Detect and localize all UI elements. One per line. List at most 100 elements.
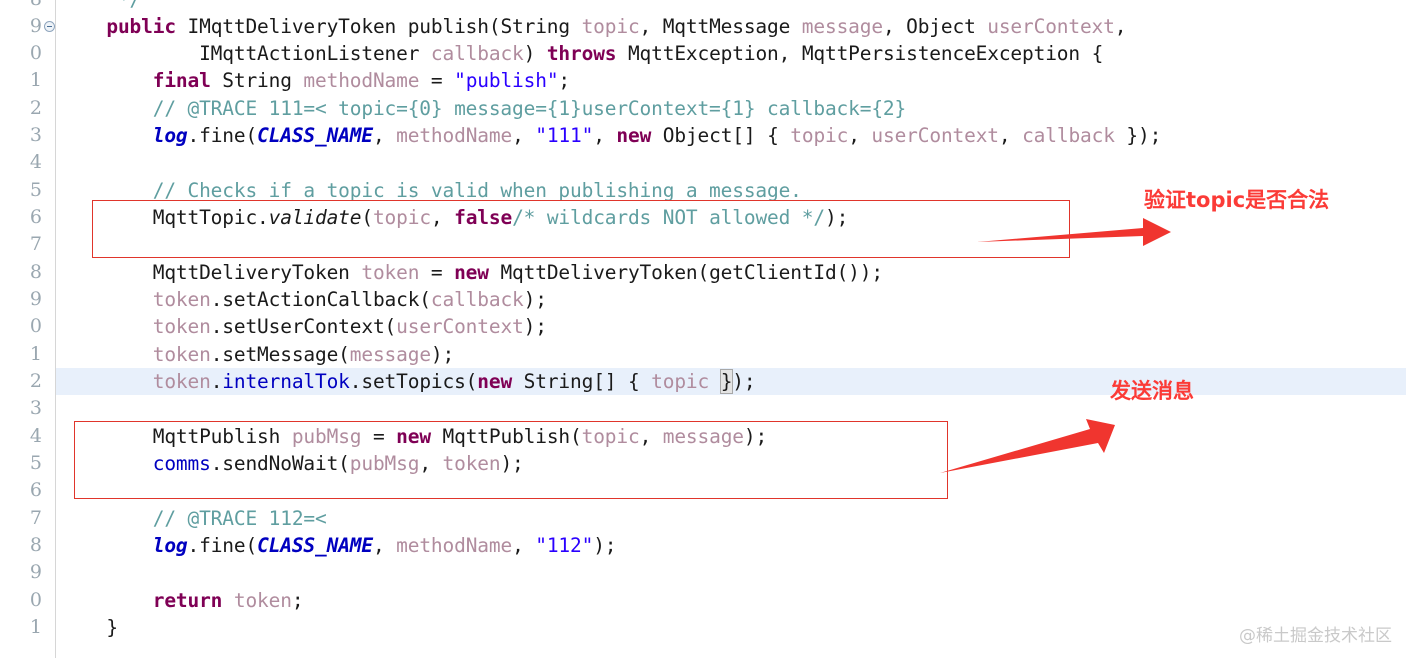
- line-number: 0: [29, 42, 42, 64]
- code-token-keyword: new: [396, 425, 431, 448]
- code-token-punct: );: [743, 425, 768, 448]
- line-number: 4: [29, 425, 42, 447]
- code-token-keyword: final: [152, 69, 211, 92]
- code-line[interactable]: // @TRACE 111=< topic={0} message={1}use…: [55, 95, 1406, 122]
- code-token-type: MqttPublish: [152, 425, 292, 448]
- code-line[interactable]: [55, 231, 1406, 258]
- line-number: 7: [29, 233, 42, 255]
- code-line[interactable]: */: [55, 0, 1406, 13]
- code-line[interactable]: comms.sendNoWait(pubMsg, token);: [55, 450, 1406, 477]
- code-token-method: .setUserContext(: [210, 315, 397, 338]
- code-line[interactable]: log.fine(CLASS_NAME, methodName, "111", …: [55, 122, 1406, 149]
- code-line[interactable]: token.setUserContext(userContext);: [55, 313, 1406, 340]
- code-token-punct: ,: [372, 124, 397, 147]
- code-token-punct: , Object: [882, 15, 988, 38]
- code-token-method: .fine(: [187, 124, 258, 147]
- line-number: 9: [29, 288, 42, 310]
- code-line[interactable]: MqttPublish pubMsg = new MqttPublish(top…: [55, 423, 1406, 450]
- code-line[interactable]: }: [55, 614, 1406, 641]
- code-token-punct: =: [419, 69, 455, 92]
- code-token-punct: , MqttMessage: [639, 15, 802, 38]
- code-token-param: topic: [581, 425, 640, 448]
- code-line[interactable]: IMqttActionListener callback) throws Mqt…: [55, 40, 1406, 67]
- code-token-static-field: CLASS_NAME: [257, 124, 373, 147]
- code-line[interactable]: // @TRACE 112=<: [55, 505, 1406, 532]
- code-token-punct: =: [361, 425, 397, 448]
- code-line[interactable]: [55, 395, 1406, 422]
- line-number: 9: [29, 15, 42, 37]
- code-token-punct: ,: [848, 124, 872, 147]
- code-token-local: token: [152, 315, 211, 338]
- code-token-field: internalTok: [222, 370, 350, 393]
- code-token-string: "111": [535, 124, 594, 147]
- code-token-local: token: [152, 343, 211, 366]
- code-token-local: pubMsg: [291, 425, 362, 448]
- line-number: 0: [29, 589, 42, 611]
- code-token-type: IMqttActionListener: [199, 42, 431, 65]
- code-token-field: comms: [152, 452, 211, 475]
- line-number: 8: [0, 0, 42, 13]
- code-token-param: topic: [581, 15, 640, 38]
- line-number-gutter[interactable]: 8 9 0 1 2 3 4 5 6 7 8 9 0 1 2 3 4 5 6 7 …: [0, 0, 56, 658]
- code-token-punct: );: [825, 206, 849, 229]
- code-token-keyword: new: [477, 370, 513, 393]
- code-token-type: MqttException, MqttPersistenceException …: [616, 42, 1104, 65]
- code-token-punct: ,: [1114, 15, 1127, 38]
- code-token-method: .setMessage(: [210, 343, 350, 366]
- code-line[interactable]: final String methodName = "publish";: [55, 67, 1406, 94]
- code-content[interactable]: */ public IMqttDeliveryToken publish(Str…: [55, 0, 1406, 658]
- code-line[interactable]: log.fine(CLASS_NAME, methodName, "112");: [55, 532, 1406, 559]
- line-number: 2: [29, 97, 42, 119]
- code-token-method: .setTopics(: [349, 370, 478, 393]
- code-fold-collapse-icon[interactable]: [44, 21, 55, 32]
- code-token-punct: [709, 370, 721, 393]
- code-token-punct: ,: [372, 534, 397, 557]
- code-token-punct: }: [60, 616, 118, 639]
- code-token-param: userContext: [396, 315, 524, 338]
- code-line[interactable]: token.setActionCallback(callback);: [55, 286, 1406, 313]
- code-line[interactable]: [55, 559, 1406, 586]
- code-token-punct: ;: [558, 69, 571, 92]
- code-token-type: IMqttDeliveryToken publish(String: [175, 15, 582, 38]
- code-token-static-field: CLASS_NAME: [257, 534, 373, 557]
- bracket-match-highlight: }: [719, 369, 734, 394]
- code-token-punct: ): [523, 42, 547, 65]
- code-token-string: "112": [535, 534, 594, 557]
- code-token-local: token: [361, 261, 420, 284]
- code-line[interactable]: return token;: [55, 587, 1406, 614]
- code-editor[interactable]: 8 9 0 1 2 3 4 5 6 7 8 9 0 1 2 3 4 5 6 7 …: [0, 0, 1406, 658]
- line-number: 8: [29, 261, 42, 283]
- code-line[interactable]: public IMqttDeliveryToken publish(String…: [55, 13, 1406, 40]
- code-token-punct: ,: [593, 124, 617, 147]
- code-token-local: token: [442, 452, 501, 475]
- code-token-static-method: validate: [268, 206, 362, 229]
- annotation-label-send: 发送消息: [1110, 379, 1194, 403]
- line-number: 3: [29, 124, 42, 146]
- annotation-label-validate: 验证topic是否合法: [1144, 188, 1330, 212]
- code-line[interactable]: [55, 149, 1406, 176]
- code-line[interactable]: token.setMessage(message);: [55, 341, 1406, 368]
- line-number: 5: [29, 452, 42, 474]
- code-token-method: .setActionCallback(: [210, 288, 431, 311]
- code-token-punct: .: [210, 370, 223, 393]
- code-line[interactable]: MqttDeliveryToken token = new MqttDelive…: [55, 259, 1406, 286]
- code-line-current[interactable]: token.internalTok.setTopics(new String[]…: [55, 368, 1406, 396]
- code-token-param: callback: [430, 42, 524, 65]
- line-number: 6: [29, 206, 42, 228]
- code-token-punct: );: [430, 343, 455, 366]
- code-token-comment: // Checks if a topic is valid when publi…: [152, 179, 802, 202]
- code-token-punct: ,: [512, 124, 536, 147]
- line-number: 2: [29, 370, 42, 392]
- code-token-punct: ,: [419, 452, 443, 475]
- code-line[interactable]: [55, 477, 1406, 504]
- code-token-comment: // @TRACE 112=<: [152, 507, 327, 530]
